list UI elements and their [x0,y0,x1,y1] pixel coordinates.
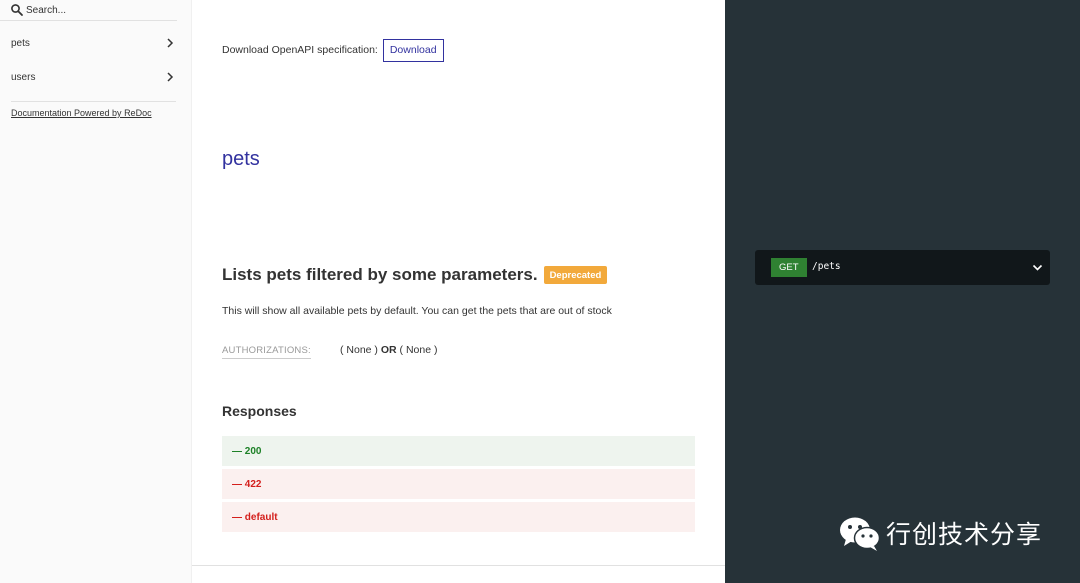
response-label: — 200 [232,445,262,457]
section-title: pets [222,148,260,170]
sidebar-item-pets[interactable]: pets [0,28,192,58]
response-label: — default [232,511,278,523]
responses-title: Responses [222,403,297,419]
sidebar-item-label: pets [11,37,30,49]
sidebar-divider [11,101,176,102]
sidebar-item-users[interactable]: users [0,62,192,92]
authorizations-value: ( None ) OR ( None ) [340,344,437,356]
right-panel: GET /pets 行创技术分享 [725,0,1080,583]
chevron-right-icon [167,38,174,48]
redoc-app: pets users Documentation Powered by ReDo… [0,0,1080,583]
sidebar-item-label: users [11,71,36,83]
chevron-down-icon [1032,264,1043,271]
section-divider [192,565,725,566]
download-row: Download OpenAPI specification: Download [222,38,444,62]
chevron-right-icon [167,72,174,82]
operation-title-text: Lists pets filtered by some parameters. [222,265,538,284]
auth-or: OR [380,344,397,356]
response-422[interactable]: — 422 [222,469,695,499]
http-method-badge: GET [771,258,807,277]
authorizations-label: AUTHORIZATIONS: [222,345,311,359]
powered-by-link[interactable]: Documentation Powered by ReDoc [11,108,152,118]
auth-option: ( None ) [399,344,438,356]
response-200[interactable]: — 200 [222,436,695,466]
response-label: — 422 [232,478,262,490]
watermark-text: 行创技术分享 [886,520,1043,549]
auth-option: ( None ) [340,344,378,356]
endpoint-path: /pets [812,261,841,272]
deprecated-badge: Deprecated [543,266,608,284]
search-input[interactable] [26,1,171,19]
main-content: Download OpenAPI specification: Download… [192,0,725,583]
download-label: Download OpenAPI specification: [222,44,378,56]
search-icon [11,4,23,16]
endpoint-toggle[interactable]: GET /pets [755,250,1050,285]
download-button[interactable]: Download [382,38,444,62]
operation-description: This will show all available pets by def… [222,305,612,317]
response-default[interactable]: — default [222,502,695,532]
wechat-icon [840,517,881,551]
watermark: 行创技术分享 [838,513,1042,553]
sidebar: pets users Documentation Powered by ReDo… [0,0,192,583]
search-box [0,0,177,21]
operation-title: Lists pets filtered by some parameters. … [222,265,608,285]
